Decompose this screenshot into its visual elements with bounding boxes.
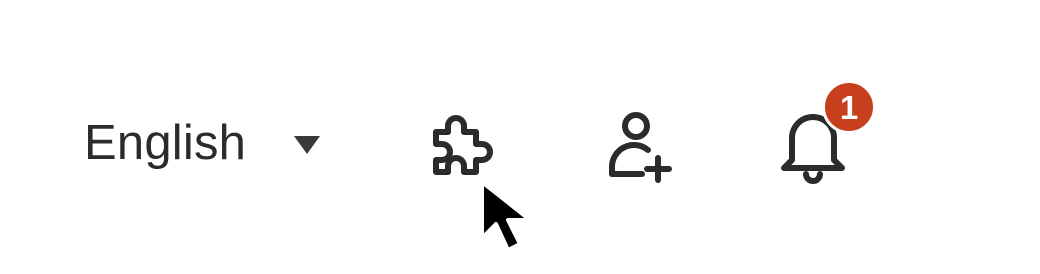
extensions-button[interactable] [424, 110, 504, 182]
header-toolbar: English 1 [0, 0, 1040, 274]
caret-down-icon [294, 136, 320, 154]
add-user-icon [608, 112, 672, 183]
language-dropdown[interactable]: English [84, 112, 320, 174]
mouse-pointer-icon [480, 180, 532, 252]
language-label: English [84, 116, 247, 170]
add-user-button[interactable] [602, 106, 682, 186]
notification-count-badge: 1 [822, 80, 876, 134]
puzzle-icon [433, 115, 493, 175]
